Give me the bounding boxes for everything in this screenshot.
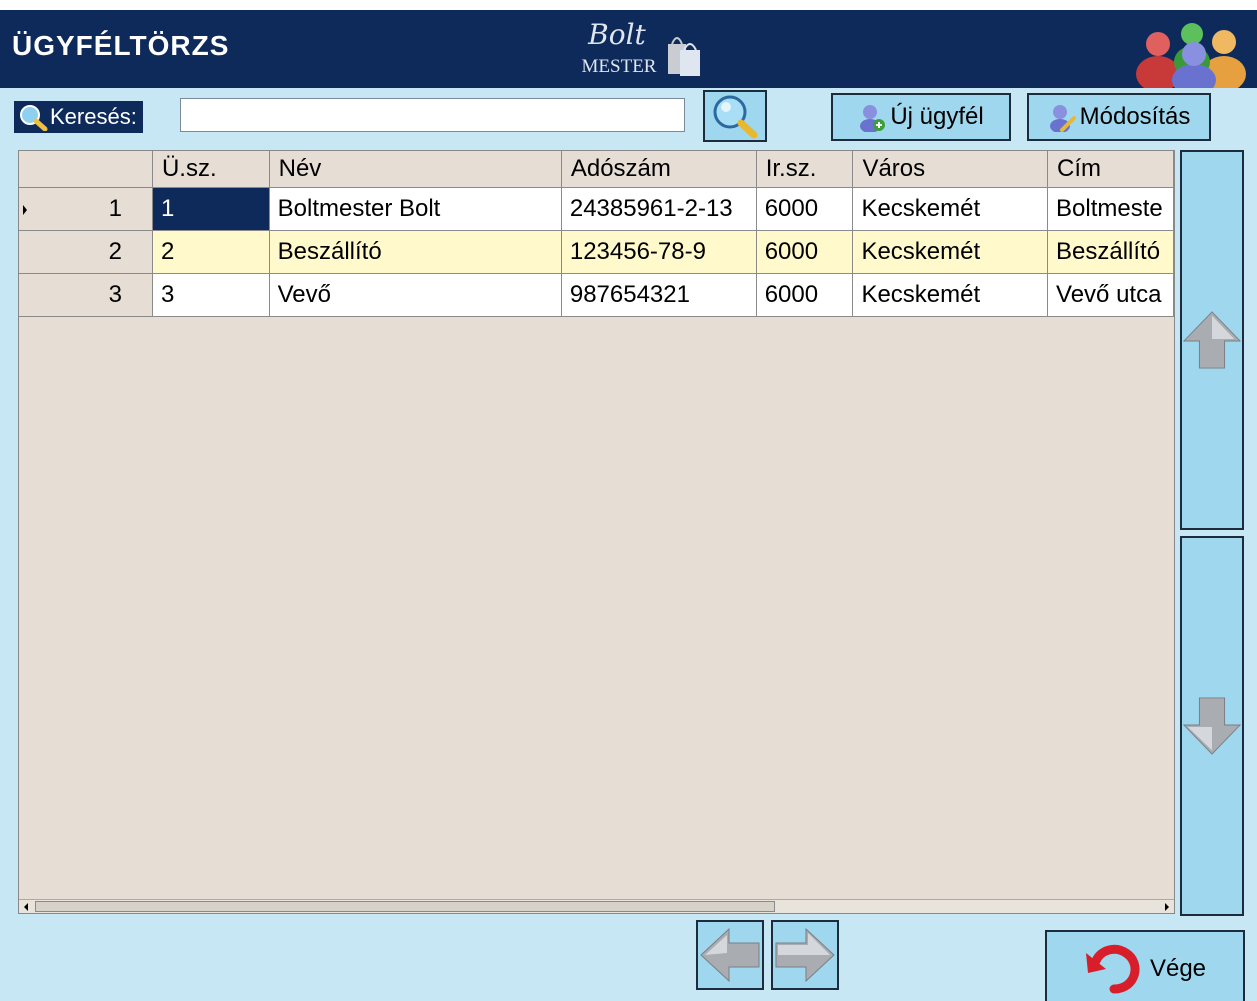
table-cell[interactable]: 123456-78-9 — [561, 230, 757, 274]
magnifier-icon — [713, 95, 758, 139]
table-row[interactable]: 2 2 Beszállító 123456-78-9 6000 Kecskemé… — [19, 230, 1174, 274]
column-header[interactable]: Város — [852, 151, 1049, 188]
table-cell[interactable]: Vevő utca — [1047, 273, 1174, 317]
table-cell[interactable]: 6000 — [756, 273, 854, 317]
customer-grid: Ü.sz. Név Adószám Ir.sz. Város Cím 1 1 B… — [18, 150, 1175, 914]
boltmester-logo: Bolt MESTER — [572, 14, 712, 84]
row-number: 2 — [108, 237, 122, 265]
scroll-up-button[interactable] — [1180, 150, 1244, 530]
row-number: 3 — [108, 280, 122, 308]
table-cell[interactable]: Vevő — [269, 273, 562, 317]
new-customer-button[interactable]: Új ügyfél — [831, 93, 1011, 141]
scroll-left-icon[interactable] — [21, 902, 31, 912]
shopping-bags-icon — [668, 37, 700, 76]
table-cell[interactable]: 6000 — [756, 230, 854, 274]
scroll-down-button[interactable] — [1180, 536, 1244, 916]
table-cell[interactable]: 987654321 — [561, 273, 757, 317]
scrollbar-thumb[interactable] — [35, 901, 775, 912]
table-cell[interactable]: 3 — [152, 273, 270, 317]
table-row[interactable]: 1 1 Boltmester Bolt 24385961-2-13 6000 K… — [19, 187, 1174, 231]
exit-button[interactable]: Vége — [1045, 930, 1245, 1001]
exit-label: Vége — [1149, 955, 1207, 982]
column-header[interactable]: Cím — [1047, 151, 1174, 188]
table-cell[interactable]: Boltmeste — [1047, 187, 1174, 231]
search-label-text: Keresés: — [50, 104, 137, 129]
table-header-row: Ü.sz. Név Adószám Ir.sz. Város Cím — [19, 151, 1174, 188]
logo-text-bottom: MESTER — [581, 56, 657, 77]
arrow-up-icon — [1182, 311, 1242, 369]
row-header[interactable]: 1 — [19, 187, 153, 231]
previous-button[interactable] — [696, 920, 764, 990]
table-cell[interactable]: Beszállító — [1047, 230, 1174, 274]
users-group-icon — [1136, 23, 1246, 88]
column-header[interactable]: Adószám — [561, 151, 757, 188]
table-cell[interactable]: Kecskemét — [852, 273, 1049, 317]
row-number: 1 — [108, 194, 122, 222]
add-user-icon — [860, 105, 886, 132]
customer-table: Ü.sz. Név Adószám Ir.sz. Város Cím 1 1 B… — [19, 151, 1174, 317]
search-input[interactable] — [180, 98, 685, 132]
undo-arrow-icon — [1085, 944, 1140, 994]
main-panel: Keresés: Új ügyfél Módosítás Ü.sz. Név A… — [0, 88, 1257, 1001]
table-cell[interactable]: 2 — [152, 230, 270, 274]
logo-text-top: Bolt — [588, 18, 646, 51]
row-header[interactable]: 3 — [19, 273, 153, 317]
arrow-down-icon — [1182, 697, 1242, 755]
column-header[interactable]: Ü.sz. — [152, 151, 270, 188]
scroll-right-icon[interactable] — [1162, 902, 1172, 912]
app-header: ÜGYFÉLTÖRZS Bolt MESTER — [0, 10, 1257, 88]
modify-label: Módosítás — [1079, 103, 1191, 130]
arrow-left-icon — [700, 927, 760, 983]
row-header-corner — [19, 151, 153, 188]
next-button[interactable] — [771, 920, 839, 990]
current-row-marker-icon — [23, 204, 27, 215]
arrow-right-icon — [775, 927, 835, 983]
table-cell[interactable]: Kecskemét — [852, 230, 1049, 274]
page-title: ÜGYFÉLTÖRZS — [12, 30, 230, 61]
table-cell[interactable]: Beszállító — [269, 230, 562, 274]
table-cell[interactable]: 1 — [152, 187, 270, 231]
table-cell[interactable]: 24385961-2-13 — [561, 187, 757, 231]
modify-button[interactable]: Módosítás — [1027, 93, 1211, 141]
column-header[interactable]: Név — [269, 151, 562, 188]
edit-user-icon — [1049, 105, 1076, 132]
search-label: Keresés: — [14, 101, 143, 133]
table-row[interactable]: 3 3 Vevő 987654321 6000 Kecskemét Vevő u… — [19, 273, 1174, 317]
horizontal-scrollbar[interactable] — [19, 899, 1174, 913]
table-cell[interactable]: 6000 — [756, 187, 854, 231]
table-cell[interactable]: Kecskemét — [852, 187, 1049, 231]
column-header[interactable]: Ir.sz. — [756, 151, 854, 188]
new-customer-label: Új ügyfél — [890, 103, 984, 130]
row-header[interactable]: 2 — [19, 230, 153, 274]
search-button[interactable] — [703, 90, 767, 142]
table-cell[interactable]: Boltmester Bolt — [269, 187, 562, 231]
magnifier-icon — [20, 105, 48, 131]
